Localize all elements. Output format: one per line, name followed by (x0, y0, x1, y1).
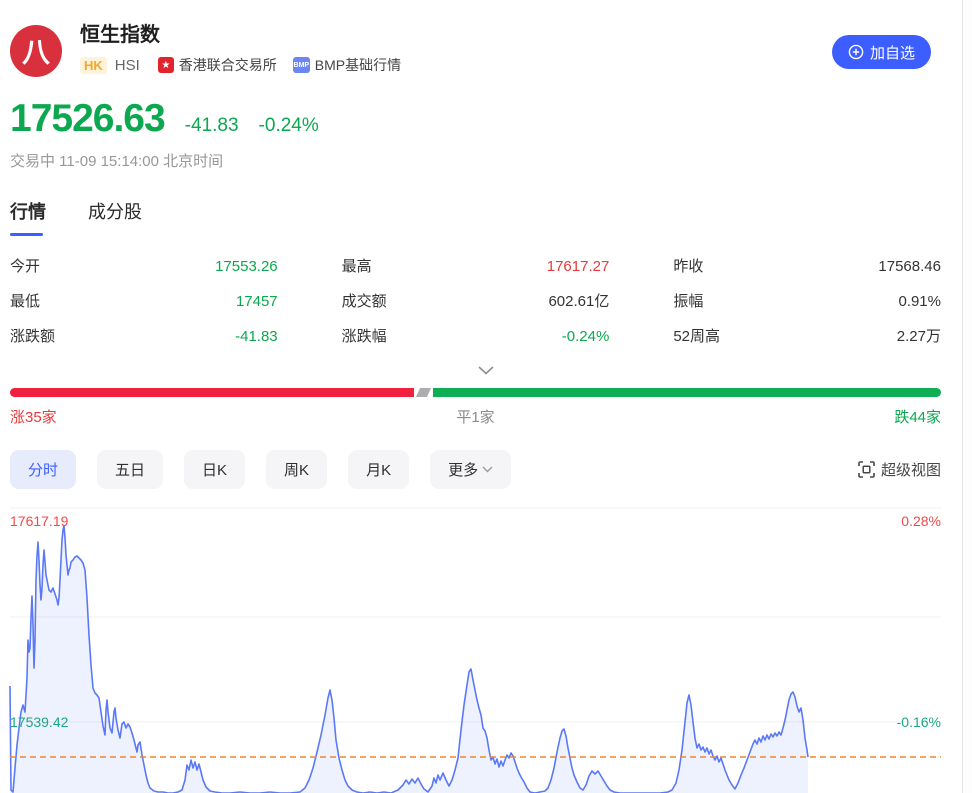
chevron-down-icon (478, 366, 494, 375)
period-daily-k[interactable]: 日K (184, 450, 245, 489)
stat-low: 最低17457 (10, 291, 278, 313)
decliners-segment (433, 388, 941, 397)
period-monthly-k[interactable]: 月K (348, 450, 409, 489)
logo-glyph: 八 (22, 31, 50, 71)
add-watchlist-button[interactable]: 加自选 (832, 35, 931, 69)
index-logo: 八 (10, 25, 62, 77)
page-scrollbar[interactable] (962, 0, 972, 793)
exchange-name: 香港联合交易所 (179, 55, 277, 75)
advancers-label: 涨35家 (10, 409, 57, 426)
stat-change-pct: 涨跌幅-0.24% (342, 326, 610, 348)
axis-high-pct-label: 0.28% (901, 513, 941, 529)
expand-stats-control[interactable] (470, 360, 502, 382)
super-view-button[interactable]: 超级视图 (858, 459, 941, 480)
period-more-dropdown[interactable]: 更多 (430, 450, 511, 489)
stat-open: 今开17553.26 (10, 256, 278, 278)
quote-block: 17526.63 -41.83 -0.24% (10, 97, 319, 141)
decliners-label: 跌44家 (894, 406, 941, 427)
tab-quotes-label: 行情 (10, 202, 46, 222)
tab-components[interactable]: 成分股 (88, 198, 142, 236)
price-change-pct: -0.24% (259, 115, 319, 137)
trading-status-line: 交易中 11-09 15:14:00 北京时间 (10, 150, 223, 171)
header: 八 恒生指数 HK HSI ★ 香港联合交易所 BMP BMP基础行情 加自选 (10, 22, 931, 82)
period-5day[interactable]: 五日 (97, 450, 163, 489)
section-tabs: 行情 成分股 (10, 198, 142, 236)
axis-low-pct-label: -0.16% (897, 714, 941, 730)
symbol-code: HSI (115, 57, 140, 74)
super-view-icon (858, 461, 875, 478)
active-tab-underline (10, 233, 43, 236)
stat-turnover: 成交额602.61亿 (342, 291, 610, 313)
chevron-down-icon (482, 466, 493, 473)
stat-high: 最高17617.27 (342, 256, 610, 278)
market-breadth-bar (10, 388, 941, 397)
tab-components-label: 成分股 (88, 202, 142, 222)
minute-line-chart[interactable] (0, 505, 972, 793)
page-title: 恒生指数 (80, 22, 401, 48)
market-badge: HK (80, 57, 107, 74)
super-view-label: 超级视图 (881, 459, 941, 480)
quote-level-label: BMP基础行情 (315, 55, 401, 75)
bmp-icon: BMP (293, 57, 310, 73)
period-weekly-k[interactable]: 周K (266, 450, 327, 489)
price-area-fill (10, 526, 808, 793)
period-intraday[interactable]: 分时 (10, 450, 76, 489)
intraday-chart[interactable]: 17617.19 0.28% 17539.42 -0.16% (0, 505, 972, 793)
stat-change: 涨跌额-41.83 (10, 326, 278, 348)
breadth-labels: 涨35家 平1家 跌44家 (10, 406, 941, 427)
stats-grid: 今开17553.26 最高17617.27 昨收17568.46 最低17457… (10, 256, 941, 348)
stat-prev-close: 昨收17568.46 (673, 256, 941, 278)
unchanged-label: 平1家 (456, 406, 494, 427)
price-change: -41.83 (185, 115, 239, 137)
tab-quotes[interactable]: 行情 (10, 198, 46, 236)
advancers-segment (10, 388, 414, 397)
circle-plus-icon (848, 44, 864, 60)
stat-52w-high: 52周高2.27万 (673, 326, 941, 348)
unchanged-segment (416, 388, 431, 397)
last-price: 17526.63 (10, 97, 165, 141)
axis-low-price-label: 17539.42 (10, 714, 68, 730)
axis-high-price-label: 17617.19 (10, 513, 68, 529)
chart-period-tabs: 分时 五日 日K 周K 月K 更多 (10, 450, 511, 489)
add-watchlist-label: 加自选 (870, 42, 915, 63)
hkex-icon: ★ (158, 57, 174, 73)
stat-amplitude: 振幅0.91% (673, 291, 941, 313)
